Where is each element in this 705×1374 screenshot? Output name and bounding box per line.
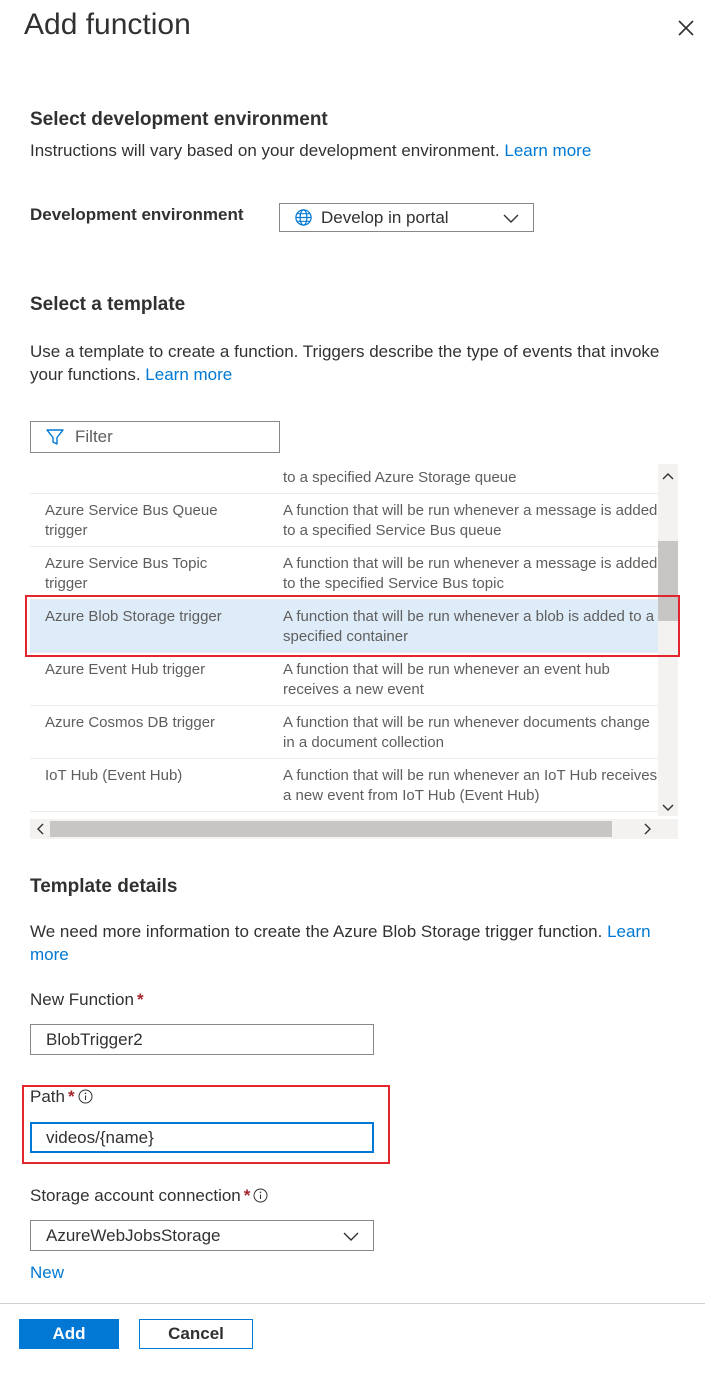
template-details-text: We need more information to create the A…	[30, 922, 603, 941]
filter-input[interactable]: Filter	[30, 421, 280, 453]
new-function-label: New Function *	[30, 990, 144, 1010]
path-label: Path *	[30, 1087, 93, 1107]
template-section-description: Use a template to create a function. Tri…	[30, 340, 680, 386]
filter-icon	[46, 429, 64, 445]
dev-env-dropdown[interactable]: Develop in portal	[279, 203, 534, 232]
path-value: videos/{name}	[46, 1127, 154, 1147]
panel-title: Add function	[24, 8, 191, 41]
storage-connection-dropdown[interactable]: AzureWebJobsStorage	[30, 1220, 374, 1251]
template-row[interactable]: IoT Hub (Event Hub) A function that will…	[30, 759, 658, 812]
template-row-name: Azure Blob Storage trigger	[45, 608, 222, 625]
horizontal-scrollbar[interactable]	[30, 819, 678, 839]
dev-env-label: Development environment	[30, 205, 244, 224]
template-row-name: Azure Service Bus Topic trigger	[45, 555, 208, 592]
storage-connection-label: Storage account connection *	[30, 1186, 268, 1206]
chevron-down-icon	[662, 804, 674, 811]
env-section-description: Instructions will vary based on your dev…	[30, 139, 591, 162]
template-row-description: A function that will be run whenever a b…	[283, 608, 655, 645]
horizontal-scroll-thumb[interactable]	[50, 821, 612, 837]
path-label-text: Path	[30, 1087, 65, 1106]
close-button[interactable]	[672, 14, 700, 42]
storage-connection-value: AzureWebJobsStorage	[46, 1225, 221, 1245]
template-row[interactable]: Azure Service Bus Queue trigger A functi…	[30, 494, 658, 547]
template-row[interactable]: to a specified Azure Storage queue	[30, 464, 658, 494]
vertical-scrollbar[interactable]	[658, 464, 678, 816]
template-row[interactable]: Azure Cosmos DB trigger A function that …	[30, 706, 658, 759]
filter-placeholder: Filter	[75, 427, 113, 446]
new-function-label-text: New Function	[30, 990, 134, 1009]
chevron-left-icon	[37, 823, 44, 835]
template-row-name: Azure Cosmos DB trigger	[45, 714, 216, 731]
template-description-text: Use a template to create a function. Tri…	[30, 342, 660, 384]
template-row-description: to a specified Azure Storage queue	[283, 469, 517, 486]
scroll-up-button[interactable]	[658, 466, 678, 486]
dev-env-value: Develop in portal	[321, 207, 449, 227]
new-function-input[interactable]: BlobTrigger2	[30, 1024, 374, 1055]
cancel-button[interactable]: Cancel	[139, 1319, 253, 1349]
env-description-text: Instructions will vary based on your dev…	[30, 141, 500, 160]
template-grid: to a specified Azure Storage queue Azure…	[30, 464, 678, 839]
template-row-description: A function that will be run whenever an …	[283, 767, 658, 804]
info-icon[interactable]	[78, 1089, 93, 1104]
globe-icon	[295, 209, 312, 226]
path-input[interactable]: videos/{name}	[30, 1122, 374, 1153]
template-row[interactable]: Azure Event Hub trigger A function that …	[30, 653, 658, 706]
add-button[interactable]: Add	[19, 1319, 119, 1349]
env-learn-more-link[interactable]: Learn more	[504, 141, 591, 160]
template-section-heading: Select a template	[30, 294, 186, 315]
template-row-name: Azure Event Hub trigger	[45, 661, 206, 678]
footer-divider	[0, 1303, 705, 1304]
template-row-description: A function that will be run whenever doc…	[283, 714, 650, 751]
required-marker: *	[243, 1186, 251, 1205]
template-row-description: A function that will be run whenever an …	[283, 661, 610, 698]
template-grid-rows: to a specified Azure Storage queue Azure…	[30, 464, 658, 816]
template-row-description: A function that will be run whenever a m…	[283, 502, 658, 539]
chevron-down-icon	[503, 214, 519, 223]
close-icon	[678, 20, 694, 36]
storage-connection-label-text: Storage account connection	[30, 1186, 241, 1205]
chevron-down-icon	[343, 1232, 359, 1241]
vertical-scroll-thumb[interactable]	[658, 541, 678, 621]
required-marker: *	[67, 1087, 75, 1106]
info-icon[interactable]	[253, 1188, 268, 1203]
template-row-name: IoT Hub (Event Hub)	[45, 767, 183, 784]
template-row-selected[interactable]: Azure Blob Storage trigger A function th…	[30, 600, 658, 653]
template-details-heading: Template details	[30, 876, 178, 897]
template-learn-more-link[interactable]: Learn more	[145, 365, 232, 384]
scroll-left-button[interactable]	[30, 819, 50, 839]
template-row[interactable]: Azure Service Bus Topic trigger A functi…	[30, 547, 658, 600]
template-details-description: We need more information to create the A…	[30, 920, 680, 966]
template-row-name: Azure Service Bus Queue trigger	[45, 502, 218, 539]
scroll-right-button[interactable]	[638, 819, 658, 839]
template-row-description: A function that will be run whenever a m…	[283, 555, 658, 592]
env-section-heading: Select development environment	[30, 109, 328, 130]
new-connection-link[interactable]: New	[30, 1263, 64, 1283]
chevron-right-icon	[644, 823, 651, 835]
required-marker: *	[136, 990, 144, 1009]
new-function-value: BlobTrigger2	[46, 1029, 143, 1049]
chevron-up-icon	[662, 473, 674, 480]
scroll-down-button[interactable]	[658, 798, 678, 818]
